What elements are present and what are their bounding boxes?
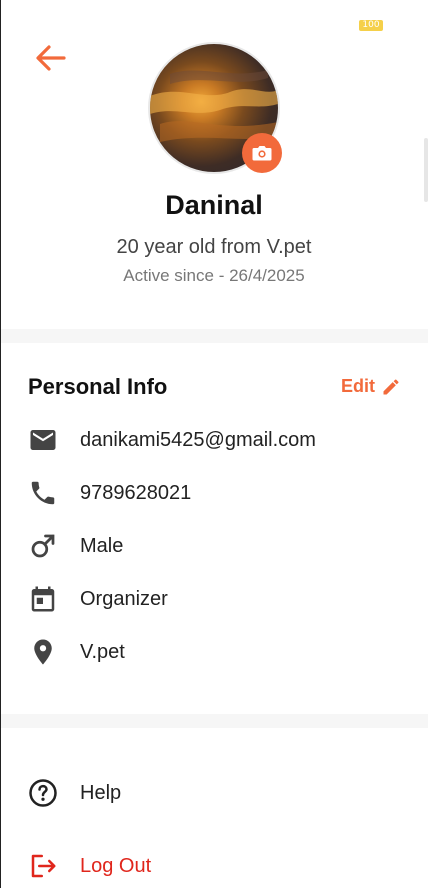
role-row: Organizer xyxy=(28,584,168,614)
phone-row: 9789628021 xyxy=(28,478,191,508)
help-icon xyxy=(28,778,58,808)
window-edge xyxy=(0,0,1,888)
phone-value: 9789628021 xyxy=(80,481,192,504)
logout-icon xyxy=(28,851,58,881)
help-label: Help xyxy=(80,781,122,804)
profile-name: Daninal xyxy=(165,190,263,220)
email-value: danikami5425@gmail.com xyxy=(80,428,316,451)
personal-info-title: Personal Info xyxy=(28,374,168,399)
gender-row: Male xyxy=(28,531,123,561)
location-pin-icon xyxy=(28,637,58,667)
help-button[interactable]: Help xyxy=(28,778,121,808)
calendar-icon xyxy=(28,584,58,614)
role-value: Organizer xyxy=(80,587,168,610)
location-value: V.pet xyxy=(80,640,125,663)
phone-icon xyxy=(28,478,58,508)
battery-indicator: 100 xyxy=(359,20,383,31)
male-icon xyxy=(28,531,58,561)
section-divider xyxy=(1,714,428,728)
profile-subtitle: 20 year old from V.pet xyxy=(116,236,312,258)
avatar-container xyxy=(148,42,282,174)
section-divider xyxy=(1,329,428,343)
logout-button[interactable]: Log Out xyxy=(28,851,151,881)
email-row: danikami5425@gmail.com xyxy=(28,425,316,455)
camera-icon xyxy=(252,146,272,161)
edit-label: Edit xyxy=(341,376,375,396)
edit-button[interactable]: Edit xyxy=(341,376,401,397)
back-button[interactable] xyxy=(30,38,70,78)
pencil-icon xyxy=(383,378,399,394)
logout-label: Log Out xyxy=(80,854,152,877)
email-icon xyxy=(28,425,58,455)
change-photo-button[interactable] xyxy=(242,133,282,173)
active-since: Active since - 26/4/2025 xyxy=(123,266,305,285)
gender-value: Male xyxy=(80,534,124,557)
location-row: V.pet xyxy=(28,637,125,667)
arrow-back-icon xyxy=(36,45,66,71)
